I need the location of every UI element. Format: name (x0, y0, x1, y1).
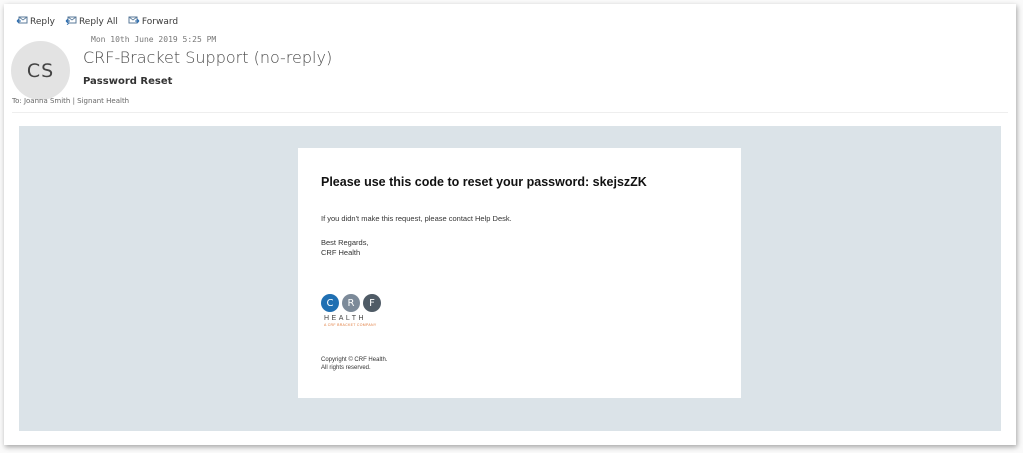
regards-text: Best Regards, (321, 238, 369, 247)
reply-all-icon (65, 15, 77, 28)
reply-icon (16, 15, 28, 28)
logo-circle-f: F (363, 294, 381, 312)
crf-health-logo: C R F HEALTH A CRF BRACKET COMPANY (321, 294, 391, 344)
logo-circle-r: R (342, 294, 360, 312)
logo-circle-c: C (321, 294, 339, 312)
header-divider (12, 112, 1008, 113)
logo-circles: C R F (321, 294, 391, 312)
reset-code-heading: Please use this code to reset your passw… (321, 175, 647, 189)
reply-label: Reply (30, 16, 55, 27)
message-actions: Reply Reply All Forward (16, 15, 178, 28)
forward-button[interactable]: Forward (128, 15, 178, 28)
sender-initials: CS (26, 59, 55, 82)
copyright-block: Copyright © CRF Health. All rights reser… (321, 356, 387, 372)
email-reading-pane: Reply Reply All Forward CS Mon 10th June… (4, 4, 1016, 445)
logo-word: HEALTH (324, 315, 367, 322)
reply-all-button[interactable]: Reply All (65, 15, 118, 28)
signature-text: CRF Health (321, 248, 361, 257)
copyright-text: Copyright © CRF Health. (321, 357, 388, 363)
message-subject: Password Reset (83, 76, 173, 87)
reply-all-label: Reply All (78, 16, 118, 27)
message-header: Reply Reply All Forward CS Mon 10th June… (4, 4, 1016, 124)
sender-avatar: CS (11, 41, 70, 100)
logo-tagline: A CRF BRACKET COMPANY (324, 323, 377, 327)
sender-name[interactable]: CRF-Bracket Support (no-reply) (83, 48, 332, 67)
recipient-line[interactable]: To: Joanna Smith | Signant Health (12, 97, 129, 105)
page: Reply Reply All Forward CS Mon 10th June… (0, 0, 1023, 453)
help-desk-text: If you didn't make this request, please … (321, 214, 512, 223)
email-card: Please use this code to reset your passw… (298, 148, 741, 398)
forward-label: Forward (141, 16, 179, 27)
forward-icon (128, 15, 140, 28)
message-date: Mon 10th June 2019 5:25 PM (91, 35, 217, 44)
email-body-background: Please use this code to reset your passw… (19, 126, 1001, 431)
rights-text: All rights reserved. (321, 365, 371, 371)
reply-button[interactable]: Reply (16, 15, 55, 28)
